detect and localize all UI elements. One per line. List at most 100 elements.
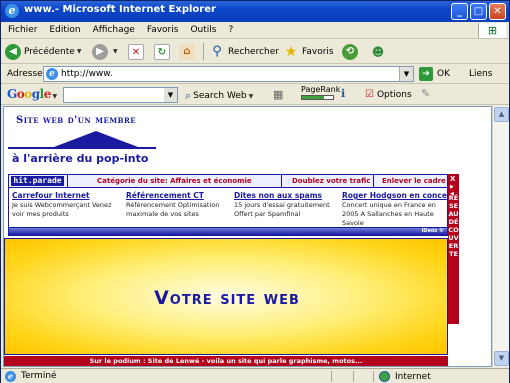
- chevron-down-icon: ▼: [76, 48, 82, 55]
- history-icon: ⟲: [342, 43, 358, 60]
- address-input[interactable]: e http://www. ▼: [43, 66, 414, 82]
- page-done-icon: e: [5, 371, 16, 382]
- menu-fichier[interactable]: Fichier: [1, 22, 42, 35]
- remove-frame-link[interactable]: Enlever le cadre: [382, 177, 446, 185]
- pencil-icon[interactable]: ✎: [421, 87, 430, 100]
- address-url: http://www.: [61, 69, 113, 79]
- options-button[interactable]: ☑ Options: [365, 89, 412, 100]
- scroll-down-icon[interactable]: ▼: [494, 351, 509, 366]
- page-icon: e: [46, 68, 58, 80]
- banner-separator: [373, 175, 374, 188]
- stop-button[interactable]: ✕: [128, 42, 144, 61]
- forward-arrow-icon: ▶: [92, 43, 108, 60]
- double-traffic-link[interactable]: Doublez votre trafic: [292, 177, 371, 185]
- chevron-down-icon: ▼: [113, 48, 118, 55]
- zone-label: Internet: [395, 371, 431, 382]
- arrow-right-icon[interactable]: ▶: [450, 184, 454, 190]
- ie-logo-icon: e: [5, 4, 19, 18]
- search-button[interactable]: ⚲ Rechercher: [209, 42, 279, 61]
- menu-favoris[interactable]: Favoris: [140, 22, 184, 35]
- minimize-button[interactable]: _: [451, 3, 468, 20]
- scroll-up-icon[interactable]: ▲: [494, 107, 509, 122]
- star-icon: ★: [284, 43, 298, 60]
- ad-title[interactable]: Dites non aux spams: [234, 191, 344, 200]
- status-separator: [331, 371, 332, 382]
- pagerank-bar: [301, 95, 334, 100]
- banner-footer: iDeos ©: [9, 227, 447, 235]
- stop-icon: ✕: [128, 43, 144, 60]
- refresh-icon: ↻: [154, 43, 170, 60]
- binoculars-icon: ⌕: [185, 89, 192, 102]
- windows-flag-icon: ⊞: [478, 23, 506, 38]
- google-logo[interactable]: Google ▼: [7, 87, 57, 101]
- menu-affichage[interactable]: Affichage: [86, 22, 140, 35]
- back-label: Précédente: [24, 46, 75, 57]
- refresh-button[interactable]: ↻: [154, 42, 170, 61]
- main-site-panel: Votre site web: [4, 238, 448, 355]
- podium-ticker[interactable]: Sur le podium : Site de Lenwé - voila un…: [4, 356, 448, 366]
- banner-separator: [281, 175, 282, 188]
- ad-title[interactable]: Carrefour Internet: [12, 191, 122, 200]
- history-button[interactable]: ⟲: [342, 42, 361, 61]
- status-text: Terminé: [21, 371, 57, 381]
- back-button[interactable]: ◀ Précédente ▼: [5, 42, 81, 61]
- globe-icon: [379, 371, 390, 382]
- window-title: www.- Microsoft Internet Explorer: [24, 4, 216, 15]
- ad-item[interactable]: Référencement CT Référencement Optimisat…: [126, 191, 236, 219]
- search-web-button[interactable]: ⌕ Search Web ▼: [185, 89, 253, 103]
- reseau-label: RÉSEAU DÉCOUVERTE: [448, 194, 459, 258]
- ad-description: Je suis Webcommerçant Venez voir mes pro…: [12, 201, 112, 218]
- address-dropdown-icon[interactable]: ▼: [399, 67, 413, 81]
- messenger-button[interactable]: ☻: [370, 42, 386, 61]
- ad-description: Référencement Optimisation maximale de v…: [126, 201, 220, 218]
- pagerank-label: PageRank: [301, 85, 341, 94]
- google-search-input[interactable]: ▼: [63, 87, 178, 103]
- search-label: Rechercher: [228, 46, 279, 57]
- ad-item[interactable]: Dites non aux spams 15 jours d'essai gra…: [234, 191, 344, 219]
- messenger-icon: ☻: [371, 44, 385, 59]
- home-icon: ⌂: [179, 43, 195, 60]
- close-button[interactable]: ✕: [489, 3, 506, 20]
- menu-edition[interactable]: Edition: [42, 22, 85, 35]
- back-arrow-icon: ◀: [5, 43, 21, 60]
- ad-title[interactable]: Référencement CT: [126, 191, 236, 200]
- security-zone: Internet: [379, 371, 431, 382]
- forward-button[interactable]: ▶ ▼: [92, 42, 118, 61]
- maximize-button[interactable]: □: [470, 3, 487, 20]
- category-link[interactable]: Catégorie du site: Affaires et économie: [97, 177, 252, 185]
- google-search-dropdown-icon[interactable]: ▼: [164, 88, 177, 102]
- standard-toolbar: ◀ Précédente ▼ ▶ ▼ ✕ ↻ ⌂ ⚲ Rechercher ★ …: [1, 39, 509, 64]
- reseau-decouverte-sidebar[interactable]: X ▶ ◀ RÉSEAU DÉCOUVERTE: [448, 174, 459, 324]
- ad-description: 15 jours d'essai gratuitement Offert par…: [234, 201, 330, 218]
- favorites-button[interactable]: ★ Favoris: [283, 42, 334, 61]
- ad-item[interactable]: Roger Hodgson en concert Concert unique …: [342, 191, 454, 228]
- title-bar[interactable]: e www.- Microsoft Internet Explorer _ □ …: [1, 1, 509, 22]
- ad-item[interactable]: Carrefour Internet Je suis Webcommerçant…: [12, 191, 122, 219]
- member-site-title: Site web d'un membre: [16, 115, 137, 126]
- menu-outils[interactable]: Outils: [183, 22, 221, 35]
- links-button[interactable]: Liens: [469, 69, 492, 79]
- search-icon: ⚲: [212, 43, 222, 59]
- hitparade-logo[interactable]: hit.parade: [11, 176, 64, 186]
- ad-title[interactable]: Roger Hodgson en concert: [342, 191, 454, 200]
- vertical-scrollbar[interactable]: ▲ ▼: [492, 106, 509, 367]
- go-button[interactable]: ➜ OK: [419, 67, 450, 81]
- menu-bar: Fichier Edition Affichage Favoris Outils? ⊞: [1, 22, 509, 39]
- address-label: Adresse: [7, 69, 43, 79]
- reseau-close-button[interactable]: X: [450, 175, 455, 183]
- status-separator: [373, 371, 374, 382]
- news-icon[interactable]: ▦: [273, 88, 283, 101]
- main-site-title: Votre site web: [154, 287, 300, 309]
- browser-window: e www.- Microsoft Internet Explorer _ □ …: [0, 0, 510, 383]
- menu-help[interactable]: ?: [221, 22, 238, 35]
- options-label: Options: [376, 89, 412, 100]
- hitparade-banner: hit.parade Catégorie du site: Affaires e…: [8, 174, 454, 236]
- banner-separator: [67, 175, 68, 188]
- home-button[interactable]: ⌂: [179, 42, 195, 61]
- page-content: Site web d'un membre à l'arrière du pop-…: [3, 106, 492, 367]
- address-bar: Adresse e http://www. ▼ ➜ OK Liens: [1, 64, 509, 84]
- info-icon[interactable]: ℹ: [341, 87, 345, 100]
- status-bar: e Terminé Internet: [1, 368, 509, 383]
- go-label: OK: [437, 69, 450, 79]
- pagerank-fill: [302, 96, 324, 99]
